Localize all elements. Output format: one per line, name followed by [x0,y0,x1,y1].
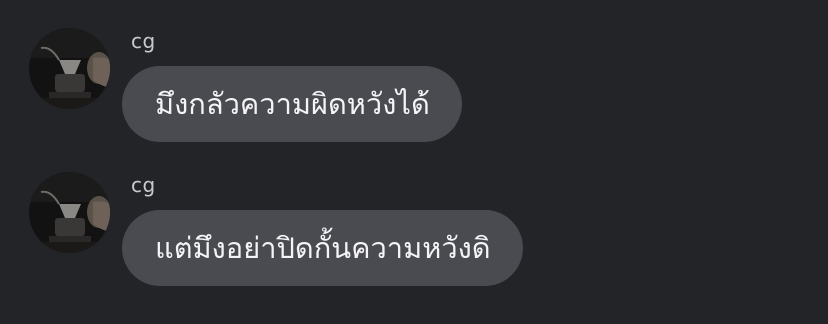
avatar-photo-icon [29,172,110,253]
message-row: cg มึงกลัวความผิดหวังได้ [0,27,828,152]
chat-thread: cg มึงกลัวความผิดหวังได้ cg แต่มึงอย่าปิ… [0,0,828,324]
message-bubble[interactable]: แต่มึงอย่าปิดกั้นความหวังดิ [122,210,523,286]
avatar-photo-icon [29,28,110,109]
avatar[interactable] [29,28,110,109]
message-bubble[interactable]: มึงกลัวความผิดหวังได้ [122,66,462,142]
sender-name: cg [131,29,156,53]
sender-name: cg [131,173,156,197]
message-row: cg แต่มึงอย่าปิดกั้นความหวังดิ [0,171,828,296]
avatar[interactable] [29,172,110,253]
